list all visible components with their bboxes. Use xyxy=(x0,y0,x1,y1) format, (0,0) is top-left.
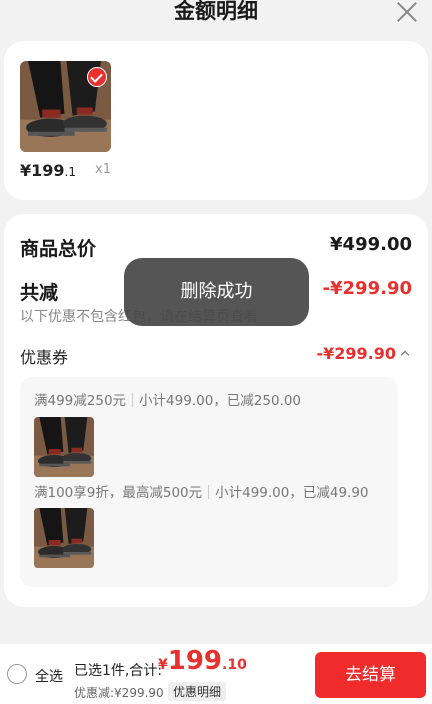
coupon-name: 满100享9折，最高减500元 xyxy=(34,485,203,501)
coupon-rule-1: 满499减250元 小计499.00，已减250.00 xyxy=(34,389,301,409)
divider xyxy=(208,485,210,499)
checked-icon[interactable] xyxy=(87,67,107,87)
coupon-rule-2: 满100享9折，最高减500元 小计499.00，已减49.90 xyxy=(34,481,369,501)
price-integer: ¥199 xyxy=(20,161,65,180)
total-row: 商品总价 ¥499.00 xyxy=(20,234,412,261)
chevron-up-icon[interactable] xyxy=(400,350,410,360)
selected-summary: 已选1件,合计: xyxy=(74,663,163,679)
select-all-label[interactable]: 全选 xyxy=(35,666,63,686)
coupon-name: 满499减250元 xyxy=(34,393,127,409)
coupon-detail-panel: 满499减250元 小计499.00，已减250.00 满100享9折，最高减50… xyxy=(20,377,398,587)
close-icon[interactable] xyxy=(396,0,418,22)
checkout-button[interactable]: 去结算 xyxy=(315,652,426,698)
header: 金额明细 xyxy=(0,0,432,30)
product-price: ¥199.1 xyxy=(20,161,76,180)
total-value: ¥499.00 xyxy=(330,234,412,255)
shoe-image xyxy=(34,417,94,477)
select-all-radio[interactable] xyxy=(7,664,27,684)
page-title: 金额明细 xyxy=(174,0,258,23)
product-quantity: x1 xyxy=(95,162,111,177)
discount-value: -¥299.90 xyxy=(322,278,412,299)
coupon-detail: 小计499.00，已减250.00 xyxy=(139,393,302,409)
saved-amount: 优惠减:¥299.90 xyxy=(74,686,164,700)
coupon-detail: 小计499.00，已减49.90 xyxy=(215,485,369,501)
total-integer: 199 xyxy=(167,646,223,676)
product-image[interactable] xyxy=(20,61,111,152)
coupon-label: 优惠券 xyxy=(20,348,69,367)
discount-detail-button[interactable]: 优惠明细 xyxy=(168,682,227,701)
coupon-value: -¥299.90 xyxy=(316,344,410,363)
divider xyxy=(132,393,134,407)
discount-label: 共减 xyxy=(20,282,59,304)
bottom-bar: 全选 已选1件,合计: ¥199.10 优惠减:¥299.90 优惠明细 去结算 xyxy=(0,644,432,704)
total-currency: ¥ xyxy=(158,657,168,673)
price-decimal: .1 xyxy=(64,165,76,179)
total-decimal: .10 xyxy=(222,657,247,673)
shoe-image xyxy=(34,508,94,568)
coupon-product-thumb xyxy=(34,417,94,477)
toast-message: 删除成功 xyxy=(124,258,309,326)
coupon-amount: -¥299.90 xyxy=(316,344,396,363)
product-card: ¥199.1 x1 xyxy=(4,41,428,200)
coupon-row[interactable]: 优惠券 -¥299.90 xyxy=(20,344,412,368)
coupon-product-thumb xyxy=(34,508,94,568)
total-label: 商品总价 xyxy=(20,238,97,260)
total-amount: ¥199.10 xyxy=(158,646,247,676)
